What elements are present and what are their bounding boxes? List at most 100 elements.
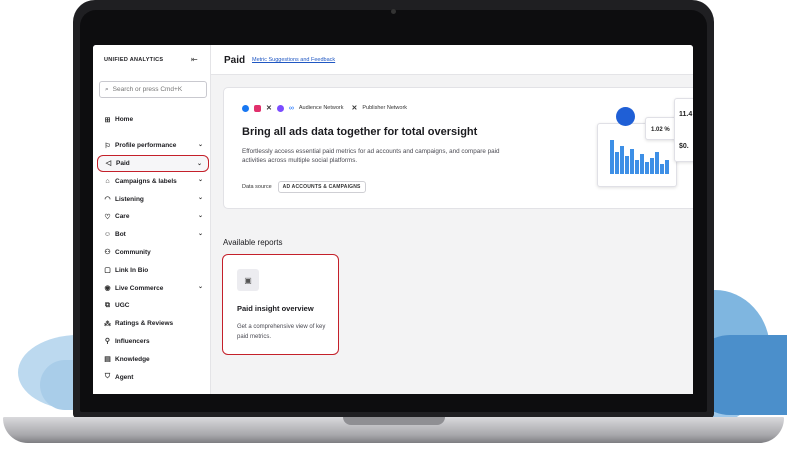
sidebar-title: UNIFIED ANALYTICS <box>104 57 164 63</box>
collapse-sidebar-icon[interactable]: ⇤ <box>191 55 198 64</box>
sidebar-item-live-commerce[interactable]: ◉ Live Commerce ⌄ <box>97 279 209 297</box>
sidebar-item-community[interactable]: ⚇ Community <box>97 244 209 262</box>
chevron-down-icon: ⌄ <box>196 160 202 167</box>
sidebar-item-label: UGC <box>115 302 130 310</box>
x-icon: ✕ <box>351 105 358 112</box>
search-icon: ⌕ <box>105 85 109 93</box>
sidebar-item-label: Care <box>115 213 130 221</box>
report-title: Paid insight overview <box>237 304 314 313</box>
sidebar-item-label: Ratings & Reviews <box>115 320 174 328</box>
sidebar-item-ratings-reviews[interactable]: ⁂ Ratings & Reviews <box>97 315 209 333</box>
heart-hand-icon: ♡ <box>104 213 111 221</box>
illustration-badge-icon <box>616 107 635 126</box>
illustration-bar <box>615 152 619 174</box>
platform-label: Audience Network <box>298 105 344 111</box>
link-bio-icon: ▢ <box>104 267 111 275</box>
tag-icon: ⌂ <box>105 177 110 185</box>
illustration-bar <box>650 158 654 174</box>
illustration-bar <box>625 156 629 174</box>
top-bar: Paid Metric Suggestions and Feedback <box>211 45 693 75</box>
sidebar-item-label: Link In Bio <box>115 266 149 274</box>
chevron-down-icon: ⌄ <box>197 212 203 219</box>
chevron-down-icon: ⌄ <box>197 177 203 184</box>
live-icon: ◉ <box>104 285 111 293</box>
illustration-metric: $0. <box>679 143 689 150</box>
ratings-icon: ⁂ <box>104 320 111 328</box>
search-box[interactable]: ⌕ <box>99 81 207 98</box>
paid-intro-banner: ✕ ∞ Audience Network ✕ Publisher Network… <box>223 87 693 209</box>
app-screen: UNIFIED ANALYTICS ⇤ ⌕ ⊞ Home ⚐ Profile p… <box>93 45 693 394</box>
messenger-icon <box>276 104 284 112</box>
report-description: Get a comprehensive view of key paid met… <box>237 324 326 340</box>
laptop-camera <box>391 9 396 14</box>
sidebar-item-label: Bot <box>115 231 126 239</box>
sidebar-item-listening[interactable]: ◠ Listening ⌄ <box>97 190 209 208</box>
sidebar-item-label: Influencers <box>115 337 150 345</box>
illustration-side-card: 11.4 $0. <box>674 98 693 162</box>
headphones-icon: ◠ <box>104 196 111 204</box>
megaphone-icon: ◁ <box>105 160 112 168</box>
data-source-badge: AD ACCOUNTS & CAMPAIGNS <box>277 181 366 193</box>
banner-title: Bring all ads data together for total ov… <box>242 126 478 138</box>
laptop-notch <box>343 417 445 425</box>
illustration-bar <box>610 140 614 174</box>
illustration-bar <box>635 160 639 174</box>
illustration-bar <box>630 149 634 174</box>
sidebar-item-profile-performance[interactable]: ⚐ Profile performance ⌄ <box>97 137 209 155</box>
sidebar-item-label: Profile performance <box>115 142 177 150</box>
chevron-down-icon: ⌄ <box>197 195 203 202</box>
sidebar-item-link-in-bio[interactable]: ▢ Link In Bio <box>97 261 209 279</box>
sidebar-item-label: Community <box>115 248 151 256</box>
flag-icon: ⚐ <box>104 142 111 150</box>
facebook-icon <box>242 104 249 112</box>
sidebar-item-campaigns-labels[interactable]: ⌂ Campaigns & labels ⌄ <box>97 172 209 190</box>
sidebar-item-knowledge[interactable]: ▤ Knowledge <box>97 350 209 368</box>
book-icon: ▤ <box>104 356 111 364</box>
data-source: Data source AD ACCOUNTS & CAMPAIGNS <box>242 181 366 193</box>
instagram-icon <box>254 104 261 112</box>
chevron-down-icon: ⌄ <box>197 141 203 148</box>
sidebar: UNIFIED ANALYTICS ⇤ ⌕ ⊞ Home ⚐ Profile p… <box>93 45 211 394</box>
illustration-bar <box>640 154 644 174</box>
sidebar-item-influencers[interactable]: ⚲ Influencers <box>97 333 209 351</box>
chevron-down-icon: ⌄ <box>197 284 203 291</box>
agent-icon: ⛉ <box>104 373 111 381</box>
x-icon: ✕ <box>266 105 272 112</box>
illustration-bar <box>665 160 669 174</box>
sidebar-item-label: Knowledge <box>115 355 150 363</box>
banner-description: Effortlessly access essential paid metri… <box>242 148 500 164</box>
report-card-body: ▣ Paid insight overview Get a comprehens… <box>227 259 334 350</box>
sidebar-nav: ⊞ Home ⚐ Profile performance ⌄ ◁ Paid ⌄ … <box>97 103 209 386</box>
platform-label: Publisher Network <box>362 105 408 111</box>
illustration-metric: 11.4 <box>679 111 693 118</box>
sidebar-item-agent[interactable]: ⛉ Agent <box>97 368 209 386</box>
report-card-paid-insight-overview[interactable]: ▣ Paid insight overview Get a comprehens… <box>222 254 339 355</box>
sidebar-item-home[interactable]: ⊞ Home <box>97 111 209 129</box>
metric-feedback-link[interactable]: Metric Suggestions and Feedback <box>252 57 335 63</box>
sidebar-item-label: Agent <box>115 373 134 381</box>
sidebar-item-bot[interactable]: ☺ Bot ⌄ <box>97 226 209 244</box>
sidebar-item-care[interactable]: ♡ Care ⌄ <box>97 208 209 226</box>
sidebar-item-label: Paid <box>116 159 130 167</box>
sidebar-item-ugc[interactable]: ⧉ UGC <box>97 297 209 315</box>
grid-icon: ⊞ <box>104 116 111 124</box>
community-icon: ⚇ <box>104 249 111 257</box>
sidebar-item-label: Campaigns & labels <box>115 177 177 185</box>
search-input[interactable] <box>112 86 203 93</box>
sidebar-item-label: Home <box>115 116 134 124</box>
sidebar-item-paid[interactable]: ◁ Paid ⌄ <box>97 154 209 173</box>
illustration-bar <box>660 164 664 174</box>
sidebar-item-label: Live Commerce <box>115 284 164 292</box>
chevron-down-icon: ⌄ <box>197 230 203 237</box>
meta-icon: ∞ <box>288 104 294 112</box>
influencers-icon: ⚲ <box>104 338 111 346</box>
data-source-label: Data source <box>242 184 272 190</box>
illustration-bar <box>620 146 624 174</box>
page-title: Paid <box>224 55 246 66</box>
platform-list: ✕ ∞ Audience Network ✕ Publisher Network <box>242 104 407 112</box>
illustration-bar <box>645 162 649 174</box>
ugc-icon: ⧉ <box>105 301 110 309</box>
report-icon: ▣ <box>237 269 259 291</box>
bot-icon: ☺ <box>103 231 112 239</box>
illustration-metric: 1.02 % <box>651 127 670 133</box>
